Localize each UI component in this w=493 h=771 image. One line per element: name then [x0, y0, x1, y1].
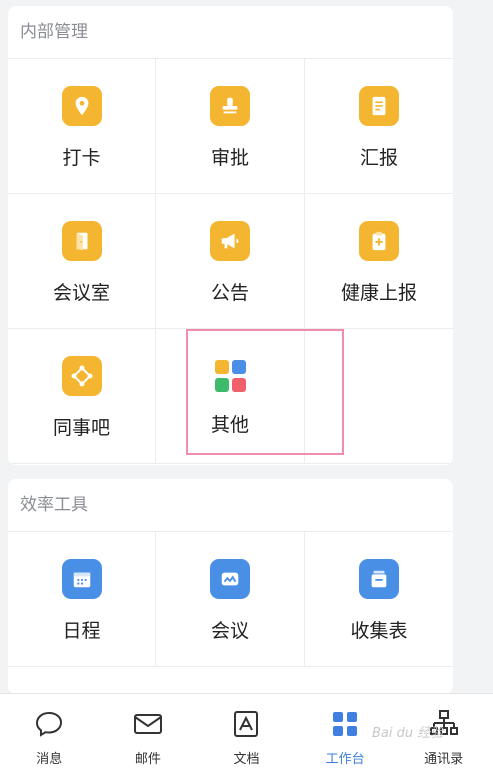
- efficiency-tools-card: 效率工具 日程 会议 收集表: [8, 479, 453, 694]
- empty-cell: [305, 329, 453, 464]
- door-icon: [61, 221, 102, 261]
- stamp-icon: [210, 86, 250, 126]
- location-pin-icon: [61, 86, 102, 126]
- calendar-icon: [61, 559, 102, 599]
- document-icon: [234, 711, 259, 737]
- clipboard-plus-icon: [359, 221, 399, 261]
- app-meeting-room[interactable]: 会议室: [8, 194, 156, 329]
- watermark-text: Bai du 经验: [372, 726, 444, 741]
- app-health-report[interactable]: 健康上报: [305, 194, 453, 329]
- tab-label: 通讯录: [424, 752, 464, 767]
- app-collect-form[interactable]: 收集表: [305, 532, 453, 667]
- app-report[interactable]: 汇报: [305, 59, 453, 194]
- section-title: 效率工具: [20, 495, 88, 515]
- tab-mail[interactable]: 邮件: [99, 694, 198, 771]
- app-label: 其他: [210, 414, 249, 436]
- tool-grid: 日程 会议 收集表: [8, 531, 453, 667]
- app-clock-in[interactable]: 打卡: [8, 59, 156, 194]
- section-title: 内部管理: [20, 22, 88, 42]
- tab-documents[interactable]: 文档: [197, 694, 296, 771]
- app-approval[interactable]: 审批: [156, 59, 305, 194]
- app-other[interactable]: 其他: [156, 329, 305, 464]
- app-meeting[interactable]: 会议: [156, 532, 305, 667]
- app-label: 审批: [210, 147, 249, 169]
- video-meeting-icon: [210, 559, 250, 599]
- internal-management-card: 内部管理 打卡 审批 汇报 会议室 公告 健康上报 同事吧 其他: [8, 6, 453, 465]
- app-colleague-bar[interactable]: 同事吧: [8, 329, 156, 464]
- mail-icon: [133, 714, 162, 734]
- app-label: 同事吧: [52, 417, 110, 439]
- tab-label: 消息: [36, 752, 63, 767]
- apps-grid-icon: [213, 359, 247, 393]
- diamond-nodes-icon: [61, 356, 102, 396]
- app-announcement[interactable]: 公告: [156, 194, 305, 329]
- app-grid: 打卡 审批 汇报 会议室 公告 健康上报 同事吧 其他: [8, 58, 453, 464]
- workbench-grid-icon: [333, 712, 358, 736]
- collect-form-icon: [359, 559, 399, 599]
- app-label: 公告: [210, 282, 249, 304]
- chat-bubble-icon: [36, 711, 63, 737]
- app-label: 会议室: [52, 282, 110, 304]
- megaphone-icon: [210, 221, 250, 261]
- tab-label: 文档: [233, 752, 260, 767]
- app-label: 收集表: [350, 620, 408, 642]
- app-label: 会议: [210, 620, 249, 642]
- app-label: 打卡: [62, 147, 101, 169]
- report-doc-icon: [359, 86, 399, 126]
- app-label: 汇报: [359, 147, 398, 169]
- app-label: 日程: [62, 620, 101, 642]
- tab-label: 工作台: [325, 752, 365, 767]
- tab-label: 邮件: [134, 752, 161, 767]
- app-schedule[interactable]: 日程: [8, 532, 156, 667]
- tab-messages[interactable]: 消息: [0, 694, 99, 771]
- app-label: 健康上报: [340, 282, 417, 304]
